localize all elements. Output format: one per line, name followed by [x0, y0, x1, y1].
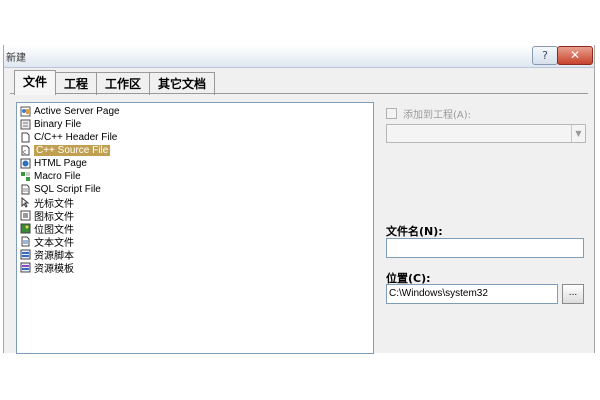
bitmap-file-icon	[20, 223, 31, 234]
add-to-project-label: 添加到工程(A):	[403, 110, 472, 121]
title-bar: 新建 ? ✕	[4, 45, 594, 68]
project-select[interactable]: ▼	[386, 124, 586, 143]
list-item-resource-template[interactable]: 资源模板	[20, 261, 74, 275]
options-pane: 添加到工程(A): ▼ 文件名(N): 位置(C): C:\Windows\sy…	[374, 102, 588, 352]
header-file-icon	[20, 132, 31, 143]
cursor-file-icon	[20, 196, 31, 208]
text-file-icon	[20, 236, 31, 247]
html-page-icon	[20, 158, 31, 169]
binary-file-icon	[20, 119, 31, 130]
add-to-project-checkbox[interactable]	[386, 108, 397, 119]
list-item-asp[interactable]: Active Server Page	[20, 105, 120, 118]
list-item-header[interactable]: C/C++ Header File	[20, 131, 117, 144]
resource-script-icon	[20, 249, 31, 260]
list-item-label: SQL Script File	[34, 184, 101, 195]
list-item-html[interactable]: HTML Page	[20, 157, 87, 170]
close-button[interactable]: ✕	[557, 46, 593, 65]
window-title: 新建	[6, 53, 26, 64]
svg-text:c: c	[23, 149, 26, 156]
file-name-input[interactable]	[386, 238, 584, 258]
tab-divider	[10, 93, 588, 94]
list-item-binary[interactable]: Binary File	[20, 118, 81, 131]
file-type-list[interactable]: Active Server Page Binary File C/C++ Hea…	[16, 102, 374, 354]
new-file-dialog: 新建 ? ✕ 文件 工程 工作区 其它文档 Active Server Page…	[3, 45, 595, 354]
location-input[interactable]: C:\Windows\system32	[386, 284, 558, 304]
add-to-project-row: 添加到工程(A):	[386, 106, 471, 121]
icon-file-icon	[20, 210, 31, 221]
tab-projects[interactable]: 工程	[55, 72, 98, 95]
list-item-label: Binary File	[34, 119, 82, 130]
chevron-down-icon[interactable]: ▼	[571, 125, 585, 142]
tab-strip: 文件 工程 工作区 其它文档	[14, 70, 216, 95]
list-item-cpp-source[interactable]: c C++ Source File	[20, 144, 111, 157]
macro-file-icon	[20, 171, 31, 182]
list-item-macro[interactable]: Macro File	[20, 170, 81, 183]
list-item-label: HTML Page	[34, 158, 87, 169]
browse-button[interactable]: ...	[562, 284, 584, 304]
file-name-label: 文件名(N):	[386, 225, 443, 238]
list-item-label: C/C++ Header File	[34, 132, 118, 143]
asp-icon	[20, 106, 31, 117]
tab-other-documents[interactable]: 其它文档	[149, 72, 216, 95]
list-item-label: 资源模板	[34, 264, 74, 275]
help-button[interactable]: ?	[532, 46, 558, 65]
cpp-source-icon: c	[20, 145, 31, 156]
list-item-label: Macro File	[34, 171, 81, 182]
resource-template-icon	[20, 262, 31, 273]
tab-workspaces[interactable]: 工作区	[96, 72, 151, 95]
sql-script-icon	[20, 184, 31, 195]
list-item-label: Active Server Page	[34, 106, 120, 117]
tab-files[interactable]: 文件	[14, 70, 57, 95]
list-item-label: C++ Source File	[34, 145, 111, 156]
